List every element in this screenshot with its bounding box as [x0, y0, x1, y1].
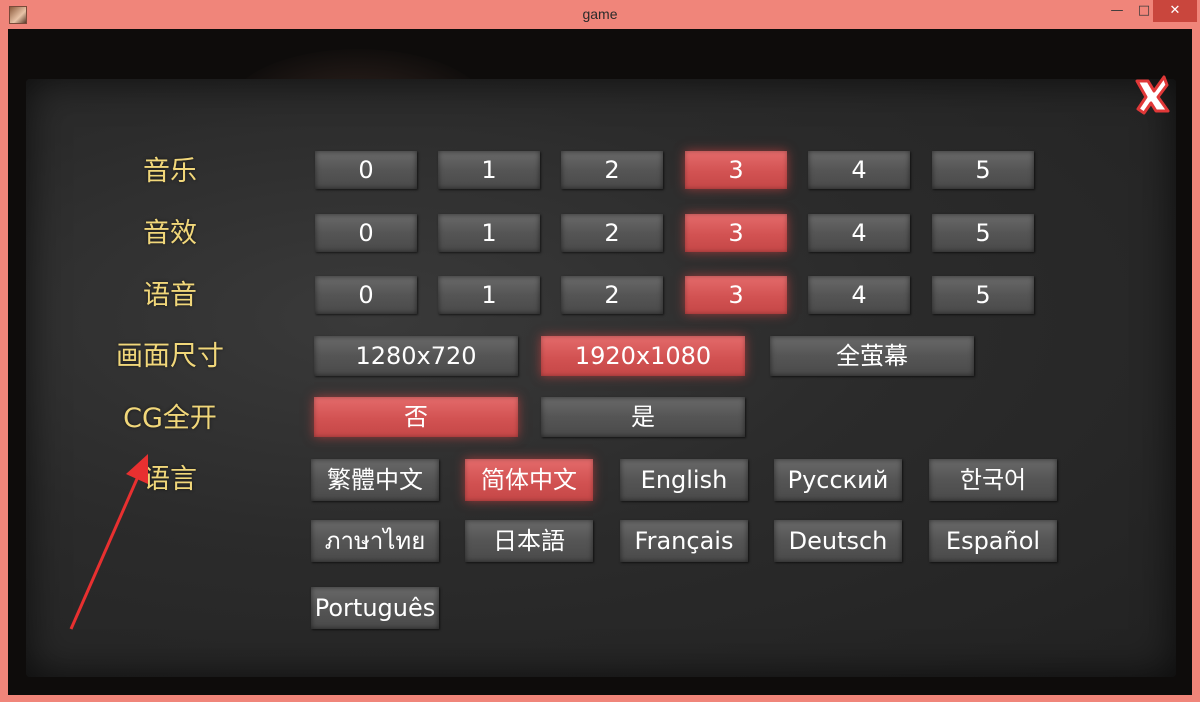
window-close-button[interactable]: ✕ [1153, 0, 1197, 22]
lang-option-simplified-chinese[interactable]: 简体中文 [465, 459, 593, 501]
music-option-4[interactable]: 4 [808, 151, 910, 189]
close-x-icon[interactable] [1134, 75, 1170, 115]
label-sfx: 音效 [143, 218, 197, 249]
screen-option-1920x1080[interactable]: 1920x1080 [541, 336, 745, 376]
music-option-0[interactable]: 0 [315, 151, 417, 189]
lang-option-portuguese[interactable]: Português [311, 587, 439, 629]
voice-option-3[interactable]: 3 [685, 276, 787, 314]
cg-option-no[interactable]: 否 [314, 397, 518, 437]
music-option-1[interactable]: 1 [438, 151, 540, 189]
lang-option-thai[interactable]: ภาษาไทย [311, 520, 439, 562]
music-option-3[interactable]: 3 [685, 151, 787, 189]
window-titlebar: game — □ ✕ [0, 0, 1200, 28]
sfx-option-4[interactable]: 4 [808, 214, 910, 252]
lang-option-russian[interactable]: Русский [774, 459, 902, 501]
voice-option-4[interactable]: 4 [808, 276, 910, 314]
label-music: 音乐 [143, 156, 197, 187]
voice-option-5[interactable]: 5 [932, 276, 1034, 314]
label-screen-size: 画面尺寸 [116, 341, 224, 372]
screen-option-1280x720[interactable]: 1280x720 [314, 336, 518, 376]
cg-option-yes[interactable]: 是 [541, 397, 745, 437]
sfx-option-5[interactable]: 5 [932, 214, 1034, 252]
lang-option-german[interactable]: Deutsch [774, 520, 902, 562]
voice-option-1[interactable]: 1 [438, 276, 540, 314]
sfx-option-2[interactable]: 2 [561, 214, 663, 252]
label-voice: 语音 [143, 280, 197, 311]
game-viewport: 音乐 音效 语音 画面尺寸 CG全开 语言 0 1 2 3 4 5 0 1 2 … [8, 29, 1192, 695]
lang-option-korean[interactable]: 한국어 [929, 459, 1057, 501]
window-title: game [582, 6, 618, 22]
label-cg-unlock: CG全开 [123, 403, 217, 434]
music-option-5[interactable]: 5 [932, 151, 1034, 189]
annotation-arrow-icon [69, 454, 148, 630]
minimize-button[interactable]: — [1104, 0, 1130, 22]
lang-option-traditional-chinese[interactable]: 繁體中文 [311, 459, 439, 501]
lang-option-spanish[interactable]: Español [929, 520, 1057, 562]
voice-option-0[interactable]: 0 [315, 276, 417, 314]
sfx-option-1[interactable]: 1 [438, 214, 540, 252]
music-option-2[interactable]: 2 [561, 151, 663, 189]
sfx-option-0[interactable]: 0 [315, 214, 417, 252]
lang-option-english[interactable]: English [620, 459, 748, 501]
voice-option-2[interactable]: 2 [561, 276, 663, 314]
lang-option-french[interactable]: Français [620, 520, 748, 562]
sfx-option-3[interactable]: 3 [685, 214, 787, 252]
screen-option-fullscreen[interactable]: 全萤幕 [770, 336, 974, 376]
lang-option-japanese[interactable]: 日本語 [465, 520, 593, 562]
